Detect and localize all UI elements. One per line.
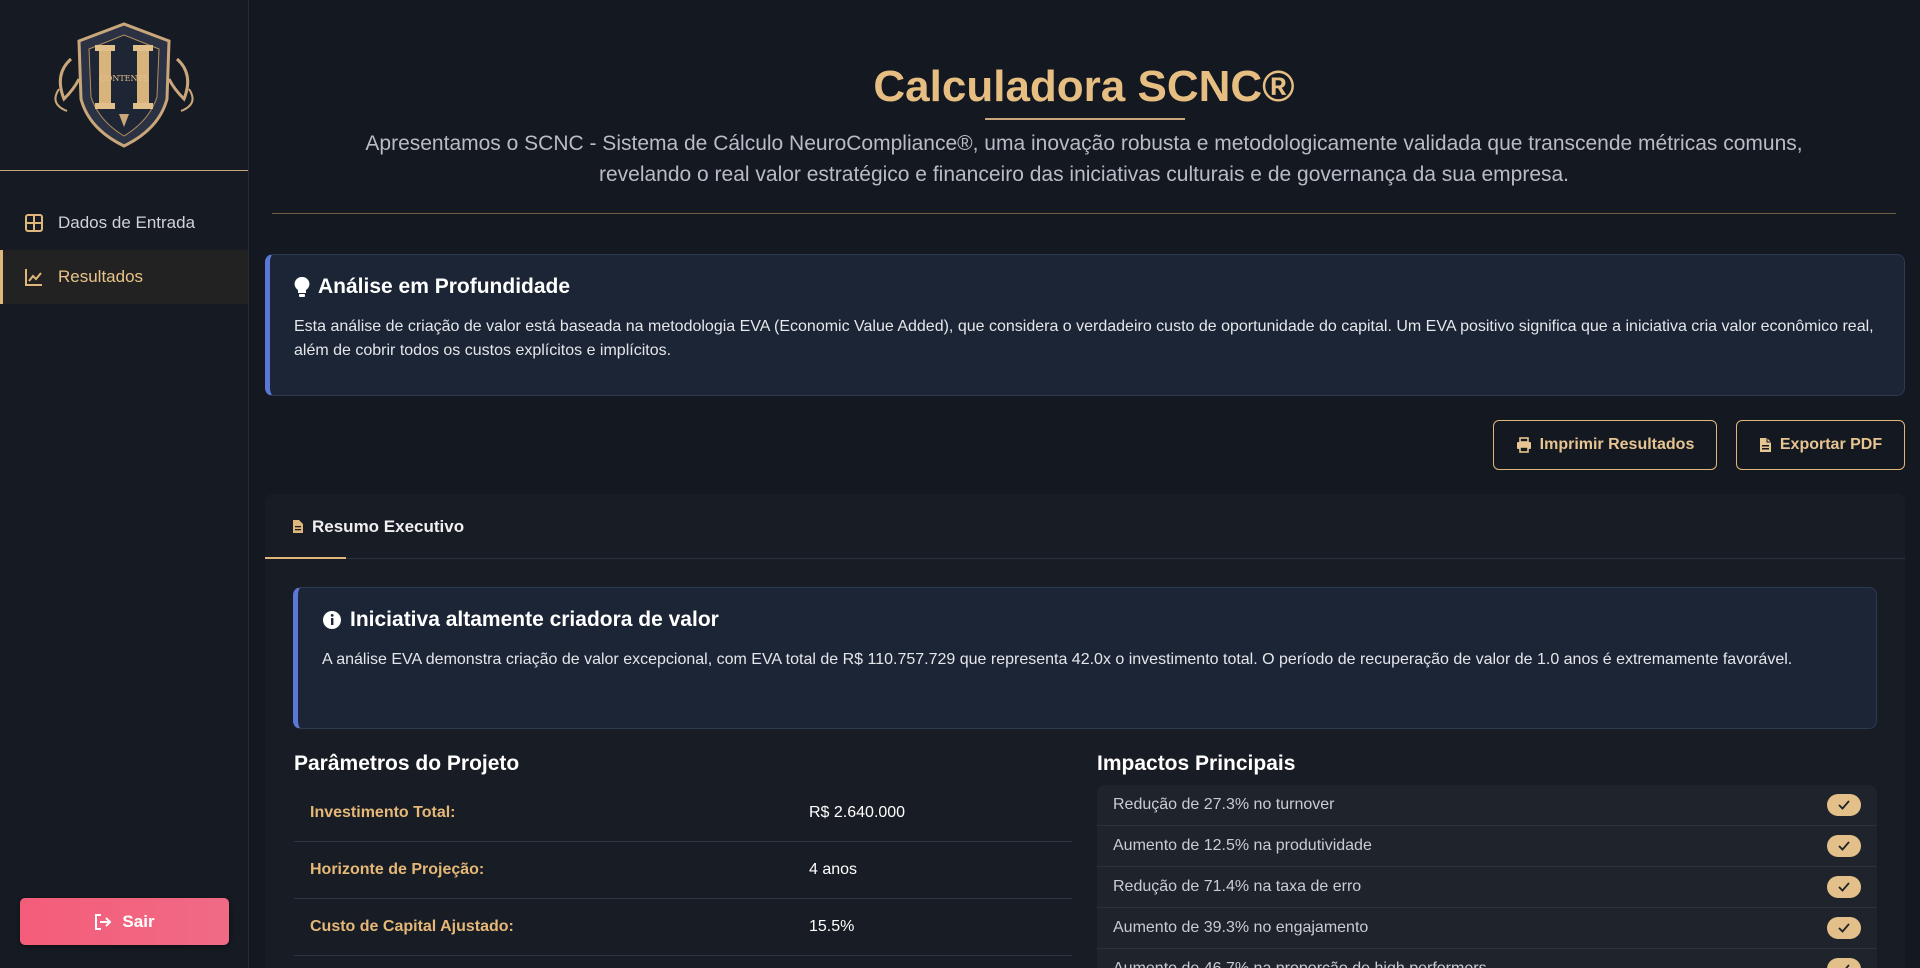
impacts-title: Impactos Principais	[1097, 752, 1296, 775]
analysis-alert: Análise em Profundidade Esta análise de …	[265, 254, 1905, 396]
file-pdf-icon	[1759, 437, 1772, 453]
table-row: Custo de Capital Ajustado: 15.5%	[294, 899, 1072, 956]
analysis-alert-text: Esta análise de criação de valor está ba…	[294, 318, 1874, 359]
print-results-button[interactable]: Imprimir Resultados	[1493, 420, 1717, 470]
info-circle-icon	[322, 610, 342, 630]
logo-text: CONTENTS	[100, 74, 149, 83]
check-icon	[1827, 917, 1861, 939]
param-label: Investimento Total:	[310, 804, 456, 821]
sidebar-item-resultados[interactable]: Resultados	[0, 250, 248, 304]
logout-button[interactable]: Sair	[20, 898, 229, 945]
tab-label: Resumo Executivo	[312, 516, 465, 536]
sign-out-icon	[94, 913, 112, 930]
impact-text: Aumento de 39.3% no engajamento	[1113, 919, 1369, 936]
check-icon	[1827, 794, 1861, 816]
logout-label: Sair	[122, 911, 155, 931]
export-pdf-button[interactable]: Exportar PDF	[1736, 420, 1905, 470]
main-content: Calculadora SCNC® Apresentamos o SCNC - …	[250, 0, 1920, 968]
lightbulb-icon	[294, 276, 310, 298]
impact-text: Aumento de 46.7% na proporção de high pe…	[1113, 960, 1487, 968]
table-row: Investimento Total: R$ 2.640.000	[294, 785, 1072, 842]
impact-text: Redução de 71.4% na taxa de erro	[1113, 878, 1362, 895]
check-icon	[1827, 835, 1861, 857]
page-header: Calculadora SCNC® Apresentamos o SCNC - …	[272, 0, 1896, 214]
sidebar: CONTENTS Dados de Entrada Resultados Sai…	[0, 0, 249, 968]
sidebar-item-dados-de-entrada[interactable]: Dados de Entrada	[0, 196, 248, 250]
sidebar-nav: Dados de Entrada Resultados	[0, 196, 248, 304]
export-pdf-label: Exportar PDF	[1779, 436, 1883, 453]
summary-alert-heading: Iniciativa altamente criadora de valor	[322, 608, 1852, 632]
list-item: Aumento de 12.5% na produtividade	[1097, 826, 1877, 867]
app-root: CONTENTS Dados de Entrada Resultados Sai…	[0, 0, 1920, 968]
check-icon	[1827, 876, 1861, 898]
page-subtitle: Apresentamos o SCNC - Sistema de Cálculo…	[365, 132, 1803, 186]
logo-area: CONTENTS	[0, 0, 248, 171]
impacts-list: Redução de 27.3% no turnover Aumento de …	[1097, 785, 1877, 968]
params-title: Parâmetros do Projeto	[294, 752, 520, 775]
results-card: Resumo Executivo Iniciativa altamente cr…	[265, 494, 1905, 968]
chart-line-icon	[24, 267, 44, 287]
table-row: Horizonte de Projeção: 4 anos	[294, 842, 1072, 899]
sidebar-item-label: Resultados	[58, 267, 144, 286]
results-tabs: Resumo Executivo	[265, 494, 1905, 559]
analysis-alert-heading: Análise em Profundidade	[294, 275, 1880, 299]
check-icon	[1827, 958, 1861, 968]
list-item: Aumento de 39.3% no engajamento	[1097, 908, 1877, 949]
list-item: Aumento de 46.7% na proporção de high pe…	[1097, 949, 1877, 968]
title-underline	[985, 118, 1185, 120]
params-table: Investimento Total: R$ 2.640.000 Horizon…	[294, 785, 1072, 956]
analysis-alert-title: Análise em Profundidade	[318, 275, 571, 298]
list-item: Redução de 27.3% no turnover	[1097, 785, 1877, 826]
file-icon	[292, 519, 304, 534]
print-results-label: Imprimir Resultados	[1539, 436, 1695, 453]
list-item: Redução de 71.4% na taxa de erro	[1097, 867, 1877, 908]
summary-alert-text: A análise EVA demonstra criação de valor…	[322, 651, 1793, 668]
impact-text: Aumento de 12.5% na produtividade	[1113, 837, 1372, 854]
param-label: Custo de Capital Ajustado:	[310, 918, 514, 935]
sidebar-item-label: Dados de Entrada	[58, 213, 196, 232]
print-icon	[1516, 437, 1532, 453]
impact-text: Redução de 27.3% no turnover	[1113, 796, 1335, 813]
param-value: 4 anos	[809, 861, 858, 878]
param-value: 15.5%	[809, 918, 855, 935]
table-icon	[24, 213, 44, 233]
page-title: Calculadora SCNC®	[873, 62, 1295, 111]
contents-logo: CONTENTS	[54, 22, 194, 148]
summary-alert: Iniciativa altamente criadora de valor A…	[293, 587, 1877, 729]
summary-alert-title: Iniciativa altamente criadora de valor	[350, 608, 719, 631]
active-tab-indicator	[265, 557, 346, 559]
param-label: Horizonte de Projeção:	[310, 861, 485, 878]
param-value: R$ 2.640.000	[809, 804, 906, 821]
tab-resumo-executivo[interactable]: Resumo Executivo	[265, 494, 491, 559]
